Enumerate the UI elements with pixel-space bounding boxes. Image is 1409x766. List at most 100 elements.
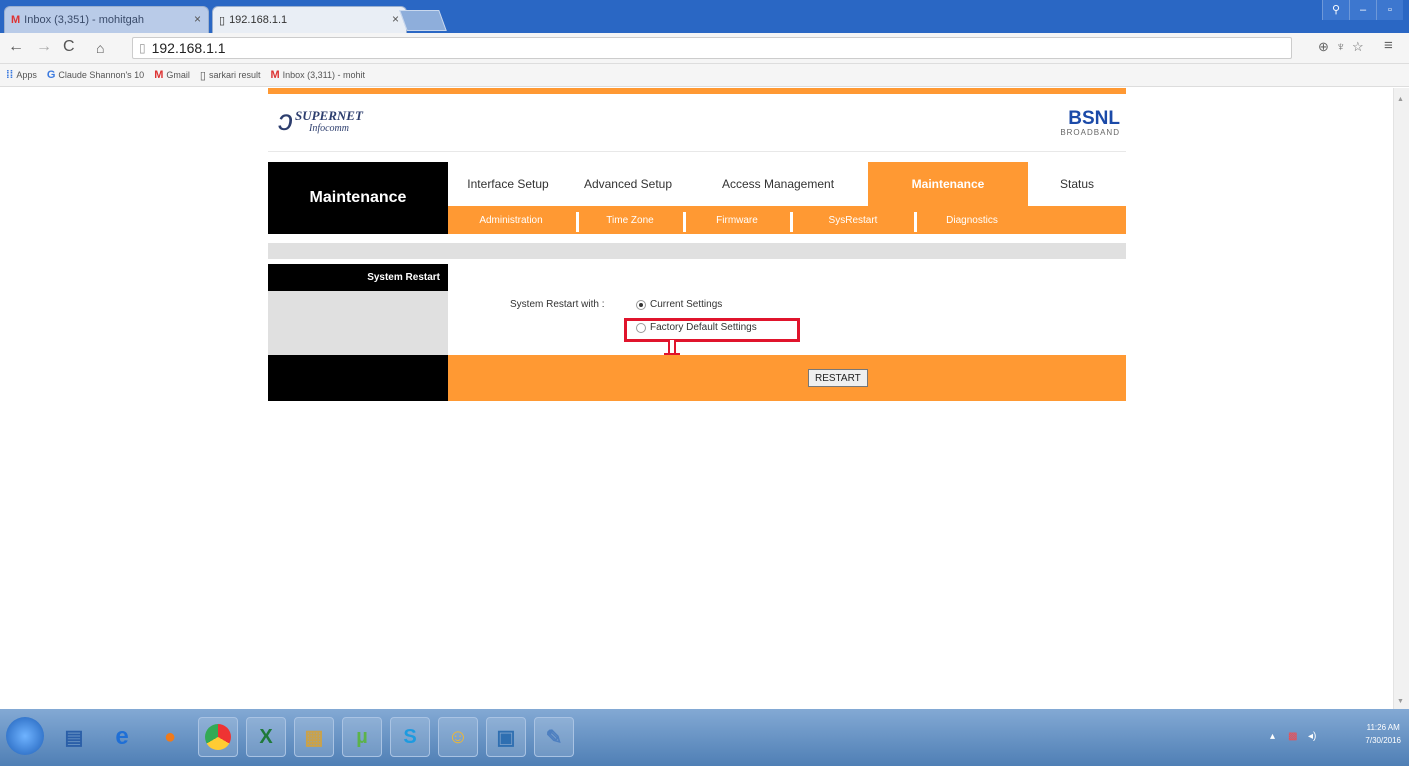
subtab-firmware[interactable]: Firmware [686, 206, 788, 234]
user-icon[interactable]: ⚲ [1322, 0, 1349, 20]
utorrent-icon[interactable]: µ [342, 717, 382, 757]
media-player-icon[interactable]: ● [150, 717, 190, 757]
panel-side [268, 291, 448, 355]
messenger-icon[interactable]: ☺ [438, 717, 478, 757]
page-icon: ▯ [219, 14, 226, 27]
paint-icon[interactable]: ✎ [534, 717, 574, 757]
minimize-button[interactable]: – [1349, 0, 1376, 20]
excel-icon[interactable]: X [246, 717, 286, 757]
internet-explorer-icon[interactable]: e [102, 717, 142, 757]
forward-arrow-icon[interactable]: → [36, 38, 52, 56]
bookmark-claude-shannon[interactable]: G Claude Shannon's 10 [47, 69, 144, 81]
url-text: 192.168.1.1 [151, 40, 226, 56]
apps-grid-icon: ⁞⁞ [6, 69, 14, 81]
swirl-icon: ↄ [278, 104, 293, 137]
tab-interface-setup[interactable]: Interface Setup [448, 162, 568, 206]
bookmark-label: Apps [16, 70, 37, 80]
main-tabs: Interface Setup Advanced Setup Access Ma… [448, 162, 1126, 206]
bookmark-gmail[interactable]: M Gmail [154, 69, 190, 81]
bookmark-apps[interactable]: ⁞⁞ Apps [6, 69, 37, 81]
logo-text: SUPERNET [295, 107, 363, 123]
subtab-administration[interactable]: Administration [448, 206, 574, 234]
tray-arrow-icon[interactable]: ▴ [1270, 731, 1275, 742]
highlight-annotation [624, 318, 800, 342]
address-bar[interactable]: ▯ 192.168.1.1 [132, 37, 1292, 59]
action-bar: RESTART [268, 355, 1126, 401]
router-admin-page: ↄ SUPERNET Infocomm BSNL BROADBAND Maint… [268, 88, 1126, 401]
tab-title: 192.168.1.1 [229, 14, 288, 26]
option-label: Current Settings [650, 299, 723, 310]
bookmark-label: Claude Shannon's 10 [58, 70, 145, 80]
windows-taskbar: ▤ e ● X ▦ µ S ☺ ▣ ✎ ▴ ▩ ◂) 11:26 AM 7/30… [0, 709, 1409, 766]
logo-subtext: BROADBAND [1060, 128, 1120, 137]
home-icon[interactable]: ⌂ [96, 40, 104, 56]
volume-icon[interactable]: ◂) [1308, 731, 1316, 742]
system-restart-panel: System Restart System Restart with : Cur… [268, 264, 1126, 367]
close-tab-icon[interactable]: × [194, 12, 201, 26]
subtab-sysrestart[interactable]: SysRestart [793, 206, 913, 234]
vertical-scrollbar[interactable]: ▲ ▼ [1393, 88, 1409, 709]
gmail-icon: M [154, 69, 164, 81]
chrome-icon[interactable] [198, 717, 238, 757]
main-menu: Maintenance Interface Setup Advanced Set… [268, 162, 1126, 234]
star-icon[interactable]: ☆ [1352, 39, 1364, 55]
tab-gmail-inbox[interactable]: M Inbox (3,351) - mohitgah × [4, 6, 209, 33]
page-icon: ▯ [199, 69, 206, 82]
google-icon: G [46, 69, 56, 81]
panel-label: System Restart [268, 264, 448, 291]
grey-separator [268, 243, 1126, 259]
action-bar-main: RESTART [448, 355, 1126, 401]
skype-icon[interactable]: S [390, 717, 430, 757]
subtab-time-zone[interactable]: Time Zone [579, 206, 681, 234]
bookmark-label: Inbox (3,311) - mohit [282, 70, 366, 80]
network-icon[interactable]: ▩ [1288, 731, 1297, 742]
remote-desktop-icon[interactable]: ▣ [486, 717, 526, 757]
bookmarks-bar: ⁞⁞ Apps G Claude Shannon's 10 M Gmail ▯ … [0, 64, 1409, 87]
tab-status[interactable]: Status [1028, 162, 1126, 206]
maximize-button[interactable]: ▫ [1376, 0, 1403, 20]
option-current-settings[interactable]: Current Settings [636, 299, 722, 310]
supernet-logo: ↄ SUPERNET Infocomm [278, 104, 363, 138]
logo-subtext: Infocomm [309, 122, 349, 134]
browser-tab-strip: M Inbox (3,351) - mohitgah × ▯ 192.168.1… [0, 0, 1409, 33]
page-icon: ▯ [139, 41, 146, 55]
gmail-icon: M [270, 69, 280, 81]
gmail-icon: M [11, 14, 21, 26]
scroll-down-icon[interactable]: ▼ [1397, 698, 1404, 705]
restart-with-label: System Restart with : [510, 299, 605, 310]
radio-current-settings[interactable] [636, 299, 646, 310]
tab-title: Inbox (3,351) - mohitgah [24, 14, 145, 26]
brand-header: ↄ SUPERNET Infocomm BSNL BROADBAND [268, 94, 1126, 152]
clock-time: 11:26 AM [1366, 723, 1400, 732]
tab-router[interactable]: ▯ 192.168.1.1 × [212, 6, 407, 33]
tab-maintenance[interactable]: Maintenance [868, 162, 1028, 206]
section-title: Maintenance [268, 162, 448, 234]
bookmark-inbox[interactable]: M Inbox (3,311) - mohit [270, 69, 365, 81]
scroll-up-icon[interactable]: ▲ [1397, 96, 1404, 103]
clock-date: 7/30/2016 [1365, 736, 1401, 745]
close-tab-icon[interactable]: × [392, 12, 399, 26]
bsnl-logo: BSNL BROADBAND [1060, 108, 1120, 137]
logo-text: BSNL [1068, 108, 1120, 129]
file-explorer-icon[interactable]: ▤ [54, 717, 94, 757]
clock[interactable]: 11:26 AM 7/30/2016 [1365, 721, 1401, 747]
extension-icon[interactable]: ♆ [1336, 39, 1346, 54]
bookmark-label: Gmail [166, 70, 190, 80]
tab-access-management[interactable]: Access Management [688, 162, 868, 206]
restart-button[interactable]: RESTART [808, 369, 868, 387]
action-bar-side [268, 355, 448, 401]
folder-icon[interactable]: ▦ [294, 717, 334, 757]
tab-advanced-setup[interactable]: Advanced Setup [568, 162, 688, 206]
page-viewport: ↄ SUPERNET Infocomm BSNL BROADBAND Maint… [0, 88, 1394, 709]
bookmark-sarkari-result[interactable]: ▯ sarkari result [200, 69, 261, 82]
menu-icon[interactable]: ≡ [1384, 37, 1393, 54]
subtab-diagnostics[interactable]: Diagnostics [917, 206, 1027, 234]
reload-icon[interactable]: C [63, 38, 75, 56]
new-tab-button[interactable] [399, 10, 447, 31]
zoom-icon[interactable]: ⊕ [1318, 39, 1329, 55]
back-arrow-icon[interactable]: ← [8, 38, 24, 56]
bookmark-label: sarkari result [208, 70, 261, 80]
sub-tabs: Administration Time Zone Firmware SysRes… [448, 206, 1126, 234]
browser-toolbar: ← → C ⌂ ▯ 192.168.1.1 ⊕ ♆ ☆ ≡ [0, 33, 1409, 64]
start-button-icon[interactable] [6, 717, 44, 755]
